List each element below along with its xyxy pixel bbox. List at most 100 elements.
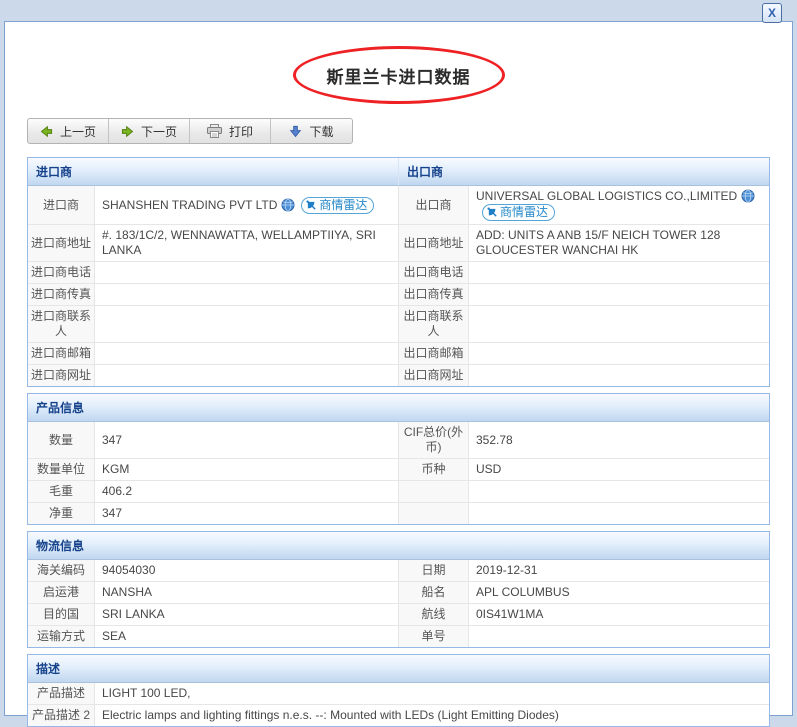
field-label: 进口商网址 <box>28 364 94 386</box>
section-header-row: 描述 <box>28 655 769 683</box>
table-row: 运输方式 SEA 单号 <box>28 625 769 647</box>
field-value <box>468 305 769 342</box>
table-row: 净重 347 <box>28 502 769 524</box>
field-label: 出口商网址 <box>398 364 469 386</box>
field-value <box>468 364 769 386</box>
download-button[interactable]: 下载 <box>271 119 352 143</box>
toolbar: 上一页 下一页 打印 下载 <box>27 118 353 144</box>
section-header-row: 产品信息 <box>28 394 769 422</box>
field-value <box>468 502 769 524</box>
printer-icon <box>206 124 222 138</box>
table-row: 进口商 SHANSHEN TRADING PVT LTD 商情雷达 出口商 UNI… <box>28 186 769 224</box>
field-label: 毛重 <box>28 480 94 502</box>
importer-section-header: 进口商 <box>28 158 399 186</box>
importer-name: SHANSHEN TRADING PVT LTD <box>102 197 278 212</box>
radar-badge-label: 商情雷达 <box>500 205 549 219</box>
title-area: 斯里兰卡进口数据 <box>5 46 792 104</box>
field-label: 数量 <box>28 422 94 458</box>
field-value: APL COLUMBUS <box>468 581 769 603</box>
field-value: LIGHT 100 LED, <box>94 683 769 704</box>
table-row: 进口商联系人 出口商联系人 <box>28 305 769 342</box>
field-value: ADD: UNITS A ANB 15/F NEICH TOWER 128 GL… <box>468 224 769 261</box>
field-label: 启运港 <box>28 581 94 603</box>
field-label: 单号 <box>398 625 468 647</box>
field-label: 产品描述 2 <box>28 704 94 726</box>
next-page-button[interactable]: 下一页 <box>109 119 190 143</box>
field-value: Electric lamps and lighting fittings n.e… <box>94 704 769 726</box>
table-row: 数量单位 KGM 币种 USD <box>28 458 769 480</box>
field-value: NANSHA <box>94 581 398 603</box>
field-value: SRI LANKA <box>94 603 398 625</box>
prev-page-button[interactable]: 上一页 <box>28 119 109 143</box>
exporter-section-header: 出口商 <box>398 158 769 186</box>
field-value <box>94 364 399 386</box>
print-button[interactable]: 打印 <box>190 119 271 143</box>
field-value: 2019-12-31 <box>468 560 769 581</box>
description-table: 描述 产品描述 LIGHT 100 LED, 产品描述 2 Electric l… <box>28 655 769 726</box>
field-value <box>94 305 399 342</box>
field-label: 运输方式 <box>28 625 94 647</box>
table-row: 进口商地址 #. 183/1C/2, WENNAWATTA, WELLAMPTI… <box>28 224 769 261</box>
field-label: 进口商邮箱 <box>28 342 94 364</box>
arrow-down-icon <box>290 125 302 137</box>
field-value: 352.78 <box>468 422 769 458</box>
table-row: 启运港 NANSHA 船名 APL COLUMBUS <box>28 581 769 603</box>
table-row: 进口商邮箱 出口商邮箱 <box>28 342 769 364</box>
field-value <box>94 342 399 364</box>
logistics-table: 物流信息 海关编码 94054030 日期 2019-12-31 启运港 NAN… <box>28 532 769 647</box>
field-label: 进口商电话 <box>28 261 94 283</box>
product-section-header: 产品信息 <box>28 394 769 422</box>
field-label: 出口商联系人 <box>398 305 469 342</box>
field-label: 进口商地址 <box>28 224 94 261</box>
prev-page-label: 上一页 <box>59 124 96 139</box>
description-section: 描述 产品描述 LIGHT 100 LED, 产品描述 2 Electric l… <box>27 654 770 727</box>
globe-icon[interactable] <box>741 189 755 203</box>
field-label: 海关编码 <box>28 560 94 581</box>
radar-badge[interactable]: 商情雷达 <box>301 196 375 214</box>
dialog-panel: 斯里兰卡进口数据 上一页 下一页 打印 下载 进口商 出口商 进口商 SHANS… <box>4 21 793 727</box>
table-row: 进口商电话 出口商电话 <box>28 261 769 283</box>
radar-badge[interactable]: 商情雷达 <box>482 204 556 221</box>
field-value: 347 <box>94 502 398 524</box>
field-label: 出口商电话 <box>398 261 469 283</box>
arrow-left-icon <box>40 125 53 137</box>
field-value: 0IS41W1MA <box>468 603 769 625</box>
field-value <box>468 261 769 283</box>
field-label: 币种 <box>398 458 468 480</box>
arrow-right-icon <box>121 125 134 137</box>
field-value: #. 183/1C/2, WENNAWATTA, WELLAMPTIIYA, S… <box>94 224 399 261</box>
field-value: 94054030 <box>94 560 398 581</box>
satellite-dish-icon <box>487 207 497 217</box>
table-row: 数量 347 CIF总价(外币) 352.78 <box>28 422 769 458</box>
exporter-name: UNIVERSAL GLOBAL LOGISTICS CO.,LIMITED <box>476 189 738 203</box>
field-label: 产品描述 <box>28 683 94 704</box>
logistics-section: 物流信息 海关编码 94054030 日期 2019-12-31 启运港 NAN… <box>27 531 770 648</box>
field-value: KGM <box>94 458 398 480</box>
section-header-row: 物流信息 <box>28 532 769 560</box>
field-label: 航线 <box>398 603 468 625</box>
field-label: 出口商 <box>398 186 469 224</box>
next-page-label: 下一页 <box>140 124 177 139</box>
field-value <box>94 261 399 283</box>
red-circle-annotation <box>292 46 505 104</box>
description-section-header: 描述 <box>28 655 769 683</box>
field-label: 进口商联系人 <box>28 305 94 342</box>
satellite-dish-icon <box>306 199 317 210</box>
field-label: CIF总价(外币) <box>398 422 468 458</box>
field-label: 进口商传真 <box>28 283 94 305</box>
field-label: 进口商 <box>28 186 94 224</box>
field-label: 出口商传真 <box>398 283 469 305</box>
table-row: 毛重 406.2 <box>28 480 769 502</box>
company-section: 进口商 出口商 进口商 SHANSHEN TRADING PVT LTD 商情雷达… <box>27 157 770 387</box>
product-table: 产品信息 数量 347 CIF总价(外币) 352.78 数量单位 KGM 币种… <box>28 394 769 524</box>
globe-icon[interactable] <box>281 198 295 212</box>
table-row: 进口商传真 出口商传真 <box>28 283 769 305</box>
field-value <box>468 625 769 647</box>
field-value: SHANSHEN TRADING PVT LTD 商情雷达 <box>94 186 398 224</box>
company-table: 进口商 出口商 进口商 SHANSHEN TRADING PVT LTD 商情雷达… <box>28 158 769 386</box>
field-label: 目的国 <box>28 603 94 625</box>
field-value: UNIVERSAL GLOBAL LOGISTICS CO.,LIMITED 商情… <box>468 186 769 224</box>
print-label: 打印 <box>228 124 253 139</box>
close-button[interactable]: X <box>762 3 782 23</box>
field-value: 347 <box>94 422 398 458</box>
